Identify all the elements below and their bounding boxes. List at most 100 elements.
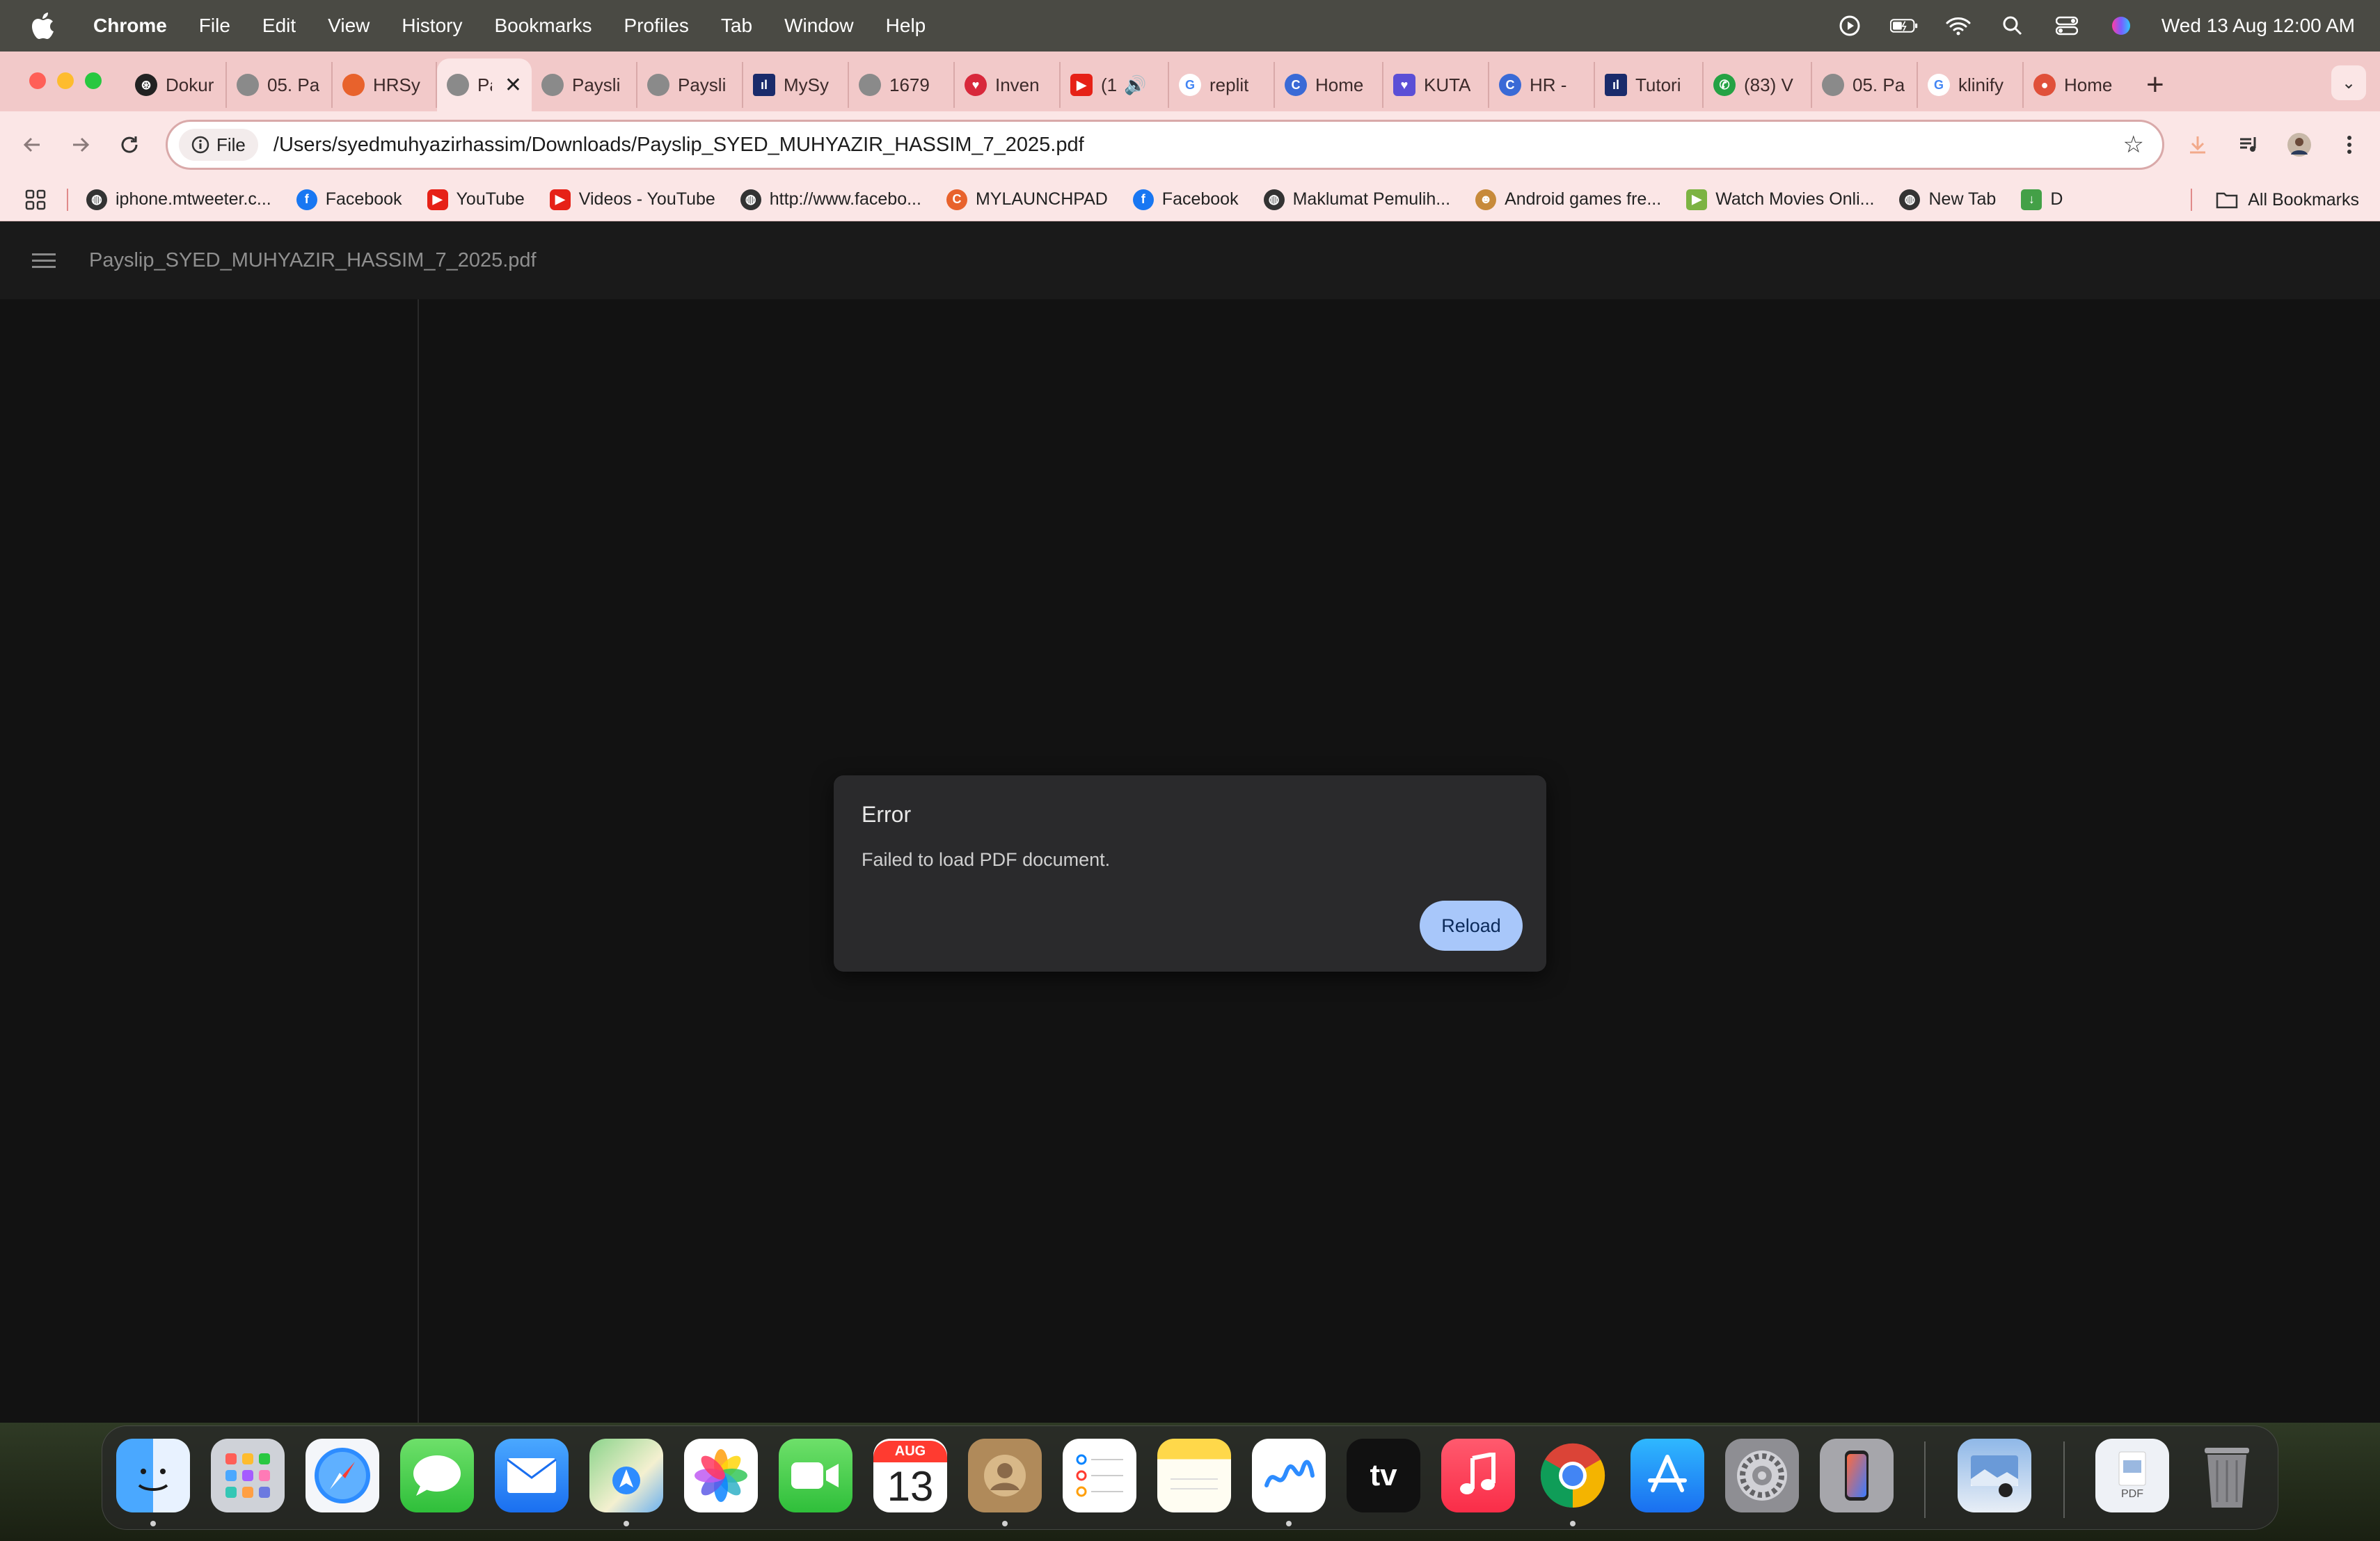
menu-help[interactable]: Help xyxy=(886,15,926,37)
zoom-window-button[interactable] xyxy=(85,72,102,89)
reload-button[interactable]: Reload xyxy=(1420,901,1523,951)
bookmark-item[interactable]: ◍ New Tab xyxy=(1899,189,1996,210)
reload-page-button[interactable] xyxy=(113,128,146,161)
audio-playing-icon[interactable]: 🔊 xyxy=(1124,74,1146,96)
tab[interactable]: ıl MySy xyxy=(743,62,849,108)
mail-icon[interactable] xyxy=(495,1439,569,1512)
bookmark-item[interactable]: ◍ Maklumat Pemulih... xyxy=(1263,189,1450,210)
tab[interactable]: ıl Tutori xyxy=(1595,62,1704,108)
freeform-icon[interactable] xyxy=(1252,1439,1326,1512)
tab-active[interactable]: Pa✕ xyxy=(437,58,532,111)
photos-icon[interactable] xyxy=(684,1439,758,1512)
app-store-icon[interactable] xyxy=(1631,1439,1704,1512)
bookmark-item[interactable]: C MYLAUNCHPAD xyxy=(946,189,1108,210)
globe-icon: ◍ xyxy=(1899,189,1921,210)
menu-bookmarks[interactable]: Bookmarks xyxy=(494,15,592,37)
tab[interactable]: ✆ (83) V xyxy=(1704,62,1812,108)
facebook-icon: f xyxy=(296,189,317,210)
battery-icon[interactable] xyxy=(1889,12,1918,40)
folder-icon xyxy=(2216,192,2238,209)
tab-favicon-icon xyxy=(647,74,669,96)
facetime-icon[interactable] xyxy=(779,1439,852,1512)
close-window-button[interactable] xyxy=(29,72,46,89)
menu-profiles[interactable]: Profiles xyxy=(624,15,689,37)
forward-button[interactable] xyxy=(64,128,97,161)
apple-menu-icon[interactable] xyxy=(25,12,61,40)
apps-grid-icon[interactable] xyxy=(25,189,46,210)
apple-tv-icon[interactable]: tv xyxy=(1347,1439,1420,1512)
tab[interactable]: Greplit xyxy=(1169,62,1275,108)
tab[interactable]: ⊛ Dokur xyxy=(125,62,227,108)
bookmark-item[interactable]: ▶ Videos - YouTube xyxy=(549,189,715,210)
finder-icon[interactable] xyxy=(116,1439,190,1512)
menubar-clock[interactable]: Wed 13 Aug 12:00 AM xyxy=(2161,15,2355,37)
tab-search-chevron-icon[interactable]: ⌄ xyxy=(2331,65,2366,100)
menu-tab[interactable]: Tab xyxy=(721,15,752,37)
url-text[interactable]: /Users/syedmuhyazirhassim/Downloads/Pays… xyxy=(273,134,1084,157)
bookmark-item[interactable]: ↓ D xyxy=(2021,189,2063,210)
control-center-icon[interactable] xyxy=(2053,12,2081,40)
menu-file[interactable]: File xyxy=(199,15,230,37)
media-controls-icon[interactable] xyxy=(2232,128,2266,161)
safari-icon[interactable] xyxy=(306,1439,379,1512)
bookmark-star-icon[interactable]: ☆ xyxy=(2123,131,2144,159)
spotlight-search-icon[interactable] xyxy=(1999,12,2026,40)
all-bookmarks-button[interactable]: All Bookmarks xyxy=(2191,178,2359,221)
tab[interactable]: ▶ (1 🔊 xyxy=(1061,62,1169,108)
trash-icon[interactable] xyxy=(2190,1439,2264,1512)
menu-edit[interactable]: Edit xyxy=(262,15,296,37)
menu-app-name[interactable]: Chrome xyxy=(93,15,167,37)
contacts-icon[interactable] xyxy=(968,1439,1042,1512)
bookmark-item[interactable]: ◍ iphone.mtweeter.c... xyxy=(86,189,271,210)
minimize-window-button[interactable] xyxy=(57,72,74,89)
download-icon[interactable] xyxy=(2181,128,2214,161)
tab-favicon-icon xyxy=(1822,74,1844,96)
chrome-menu-icon[interactable] xyxy=(2333,128,2366,161)
chrome-icon[interactable] xyxy=(1536,1439,1610,1512)
tab[interactable]: ♥ Inven xyxy=(955,62,1061,108)
bookmark-item[interactable]: ▶ Watch Movies Onli... xyxy=(1686,189,1874,210)
menu-window[interactable]: Window xyxy=(784,15,854,37)
tab[interactable]: ♥ KUTA xyxy=(1383,62,1489,108)
tab[interactable]: Gklinify xyxy=(1918,62,2024,108)
bookmark-item[interactable]: f Facebook xyxy=(1132,189,1239,210)
tab[interactable]: ● Home xyxy=(2024,62,2129,108)
menu-history[interactable]: History xyxy=(402,15,462,37)
wifi-icon[interactable] xyxy=(1944,12,1972,40)
now-playing-icon[interactable] xyxy=(1836,12,1864,40)
maps-icon[interactable] xyxy=(589,1439,663,1512)
tab[interactable]: HRSy xyxy=(333,62,437,108)
bookmark-item[interactable]: ☻ Android games fre... xyxy=(1475,189,1661,210)
profile-avatar[interactable] xyxy=(2283,128,2316,161)
messages-icon[interactable] xyxy=(400,1439,474,1512)
tab[interactable]: C HR - xyxy=(1489,62,1595,108)
menu-view[interactable]: View xyxy=(328,15,370,37)
info-icon xyxy=(191,136,209,154)
tab[interactable]: Paysli xyxy=(532,62,637,108)
tab[interactable]: 05. Pa xyxy=(227,62,333,108)
bookmark-item[interactable]: f Facebook xyxy=(296,189,402,210)
bookmark-item[interactable]: ▶ YouTube xyxy=(427,189,525,210)
pdf-file-icon[interactable]: PDF xyxy=(2095,1439,2169,1512)
sidebar-toggle-menu-icon[interactable] xyxy=(32,249,56,272)
tab[interactable]: Paysli xyxy=(637,62,743,108)
calendar-icon[interactable]: AUG 13 xyxy=(873,1439,947,1512)
tab[interactable]: C Home xyxy=(1275,62,1383,108)
system-settings-icon[interactable] xyxy=(1725,1439,1799,1512)
new-tab-button[interactable]: + xyxy=(2146,70,2164,100)
tab[interactable]: 1679 xyxy=(849,62,955,108)
music-icon[interactable] xyxy=(1441,1439,1515,1512)
tab[interactable]: 05. Pa xyxy=(1812,62,1918,108)
reminders-icon[interactable] xyxy=(1063,1439,1136,1512)
site-info-chip[interactable]: File xyxy=(179,129,258,161)
launchpad-icon[interactable] xyxy=(211,1439,285,1512)
bookmark-item[interactable]: ◍ http://www.facebo... xyxy=(740,189,921,210)
iphone-mirroring-icon[interactable] xyxy=(1820,1439,1894,1512)
browser-toolbar: File /Users/syedmuhyazirhassim/Downloads… xyxy=(0,111,2380,178)
preview-icon[interactable] xyxy=(1958,1439,2031,1512)
close-tab-icon[interactable]: ✕ xyxy=(505,73,522,97)
notes-icon[interactable] xyxy=(1157,1439,1231,1512)
back-button[interactable] xyxy=(15,128,49,161)
address-bar[interactable]: File /Users/syedmuhyazirhassim/Downloads… xyxy=(166,120,2164,170)
siri-icon[interactable] xyxy=(2107,12,2135,40)
